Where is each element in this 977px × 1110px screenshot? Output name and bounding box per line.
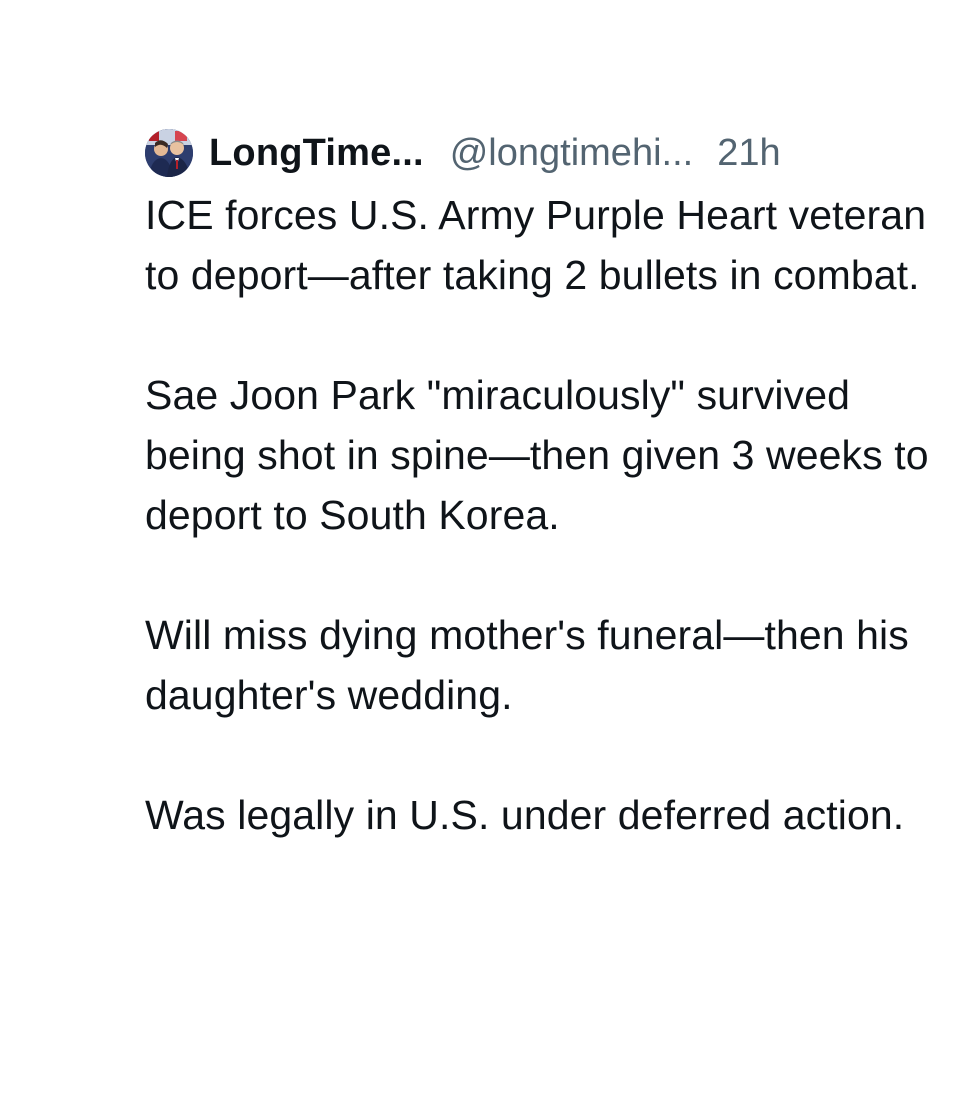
author-display-name[interactable]: LongTime...: [209, 132, 424, 175]
post-card[interactable]: LongTime... @longtimehi... 21h ICE force…: [145, 127, 945, 845]
post-paragraph: ICE forces U.S. Army Purple Heart vetera…: [145, 192, 927, 298]
post-text: ICE forces U.S. Army Purple Heart vetera…: [145, 185, 945, 845]
post-paragraph: Sae Joon Park "miraculously" survived be…: [145, 372, 929, 538]
post-header: LongTime... @longtimehi... 21h: [145, 127, 945, 179]
post-paragraph: Will miss dying mother's funeral—then hi…: [145, 612, 909, 718]
avatar[interactable]: [145, 129, 193, 177]
author-handle[interactable]: @longtimehi...: [450, 132, 693, 175]
post-timestamp[interactable]: 21h: [717, 132, 780, 175]
post-paragraph: Was legally in U.S. under deferred actio…: [145, 792, 905, 838]
profile-photo-avatar-icon: [145, 129, 193, 177]
